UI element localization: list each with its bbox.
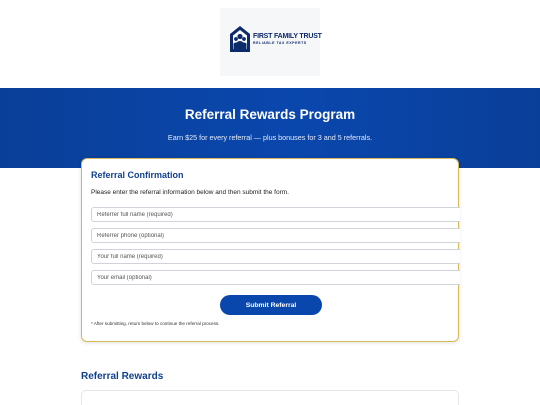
hero-subtitle: Earn $25 for every referral — plus bonus… — [167, 133, 373, 142]
rewards-section-title: Referral Rewards — [81, 371, 164, 382]
form-instructions: Please enter the referral information be… — [91, 189, 289, 196]
site-header: FIRST FAMILY TRUST RELIABLE TAX EXPERTS — [0, 0, 540, 88]
rewards-card — [81, 390, 459, 405]
logo-text: FIRST FAMILY TRUST RELIABLE TAX EXPERTS — [253, 33, 322, 46]
house-family-icon — [230, 26, 250, 52]
form-title: Referral Confirmation — [91, 170, 184, 180]
hero-banner: Referral Rewards Program Earn $25 for ev… — [0, 88, 540, 168]
page-title: Referral Rewards Program — [184, 107, 356, 122]
form-footnote: * After submitting, return below to cont… — [91, 321, 220, 326]
referral-form-card: Referral Confirmation Please enter the r… — [81, 158, 460, 342]
logo-tagline: RELIABLE TAX EXPERTS — [253, 40, 307, 45]
your-name-input[interactable] — [91, 249, 460, 264]
referrer-name-input[interactable] — [91, 207, 460, 222]
referrer-phone-input[interactable] — [91, 228, 460, 243]
your-email-input[interactable] — [91, 270, 460, 285]
submit-referral-button[interactable]: Submit Referral — [220, 295, 322, 315]
logo-name: FIRST FAMILY TRUST — [253, 32, 322, 40]
brand-logo[interactable]: FIRST FAMILY TRUST RELIABLE TAX EXPERTS — [229, 25, 322, 53]
